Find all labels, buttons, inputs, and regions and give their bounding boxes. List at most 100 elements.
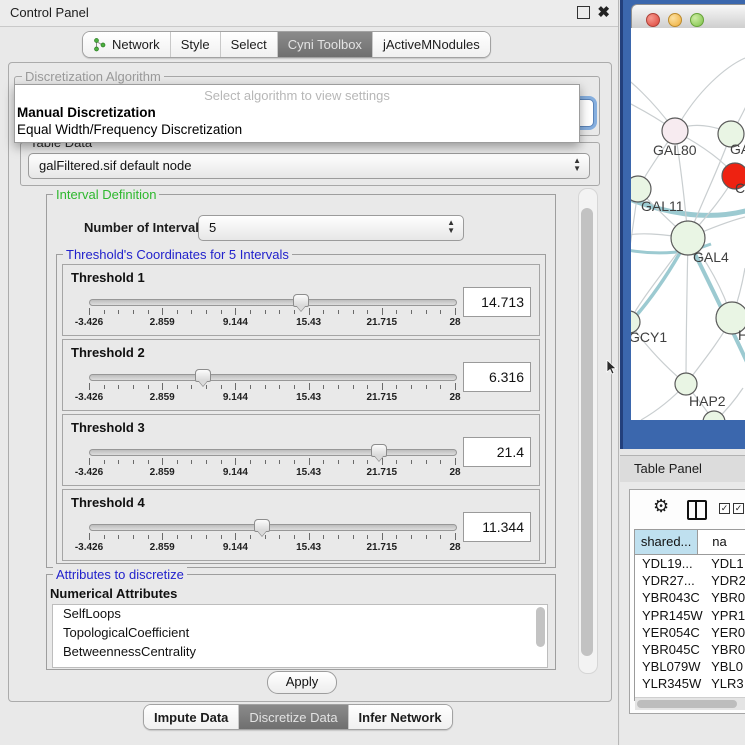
tab-impute-data[interactable]: Impute Data [144, 705, 239, 729]
table-cell[interactable]: YBR0 [709, 641, 745, 658]
slider-handle[interactable] [293, 294, 309, 307]
zoom-traffic-light-icon[interactable] [690, 13, 704, 27]
tab-network[interactable]: Network [83, 32, 171, 57]
table-row[interactable]: YBR045CYBR0 [635, 641, 745, 658]
tick-mark [133, 460, 134, 464]
table-row[interactable]: YLR345WYLR3 [635, 675, 745, 692]
table-cell[interactable]: YBL079W [635, 658, 709, 675]
threshold-4-slider[interactable]: -3.4262.8599.14415.4321.71528 [89, 520, 455, 558]
slider-handle[interactable] [254, 519, 270, 532]
tick-mark [162, 458, 163, 465]
tab-jactivemnodules[interactable]: jActiveMNodules [373, 32, 490, 57]
tick-mark [250, 310, 251, 314]
node-gal80[interactable] [662, 118, 688, 144]
slider-track [89, 299, 457, 306]
number-of-intervals-value: 5 [209, 220, 216, 235]
table-row[interactable]: YBL079WYBL0 [635, 658, 745, 675]
table-row[interactable]: YDR27...YDR2 [635, 572, 745, 589]
tick-mark [323, 460, 324, 464]
checkbox-icon[interactable]: ✓ [719, 503, 730, 514]
table-cell[interactable]: YPR145W [635, 607, 709, 624]
threshold-1-slider[interactable]: -3.4262.8599.14415.4321.71528 [89, 295, 455, 333]
threshold-1-value[interactable]: 14.713 [463, 287, 531, 317]
table-data-combobox[interactable]: galFiltered.sif default node ▲▼ [28, 153, 590, 179]
tab-discretize-data[interactable]: Discretize Data [239, 705, 348, 729]
network-canvas[interactable]: GAL80GACGAL11GAL4GCY1HHAP2 [631, 28, 745, 420]
tick-label: 9.144 [223, 317, 248, 328]
table-cell[interactable]: YDR27... [635, 572, 709, 589]
tick-mark [265, 310, 266, 314]
minimize-traffic-light-icon[interactable] [668, 13, 682, 27]
table-rows: YDL19...YDL1YDR27...YDR2YBR043CYBR0YPR14… [635, 555, 745, 701]
table-hscrollbar[interactable] [635, 697, 745, 710]
table-cell[interactable]: YBR0 [709, 589, 745, 606]
table-row[interactable]: YER054CYER0 [635, 624, 745, 641]
close-icon[interactable]: ✖ [597, 6, 610, 19]
table-cell[interactable]: YLR345W [635, 675, 709, 692]
tick-mark [411, 460, 412, 464]
number-of-intervals-combobox[interactable]: 5 ▲▼ [198, 215, 464, 241]
table-cell[interactable]: YDL19... [635, 555, 709, 572]
column-header-shared-name[interactable]: shared... [635, 530, 698, 554]
table-cell[interactable]: YBL0 [709, 658, 745, 675]
apply-button[interactable]: Apply [267, 671, 337, 694]
table-cell[interactable]: YBR043C [635, 589, 709, 606]
network-edge[interactable] [631, 242, 686, 326]
list-item[interactable]: TopologicalCoefficient [53, 624, 547, 643]
threshold-2-slider[interactable]: -3.4262.8599.14415.4321.71528 [89, 370, 455, 408]
split-columns-icon[interactable] [687, 500, 707, 520]
dropdown-option-manual-discretization[interactable]: Manual Discretization [17, 105, 156, 120]
node-bottom-partial[interactable] [703, 411, 725, 420]
table-hscrollbar-thumb[interactable] [637, 700, 737, 708]
table-panel-toolbar: ⚙ ✓ ✓ [629, 489, 745, 527]
slider-handle[interactable] [195, 369, 211, 382]
tab-label: Impute Data [154, 710, 228, 725]
threshold-4-value[interactable]: 11.344 [463, 512, 531, 542]
gear-icon[interactable]: ⚙ [653, 496, 669, 517]
checkbox-icon[interactable]: ✓ [733, 503, 744, 514]
node-label: GAL4 [693, 249, 729, 265]
tick-mark [353, 310, 354, 314]
network-edge[interactable] [675, 58, 745, 131]
slider-ticks: -3.4262.8599.14415.4321.71528 [89, 458, 455, 482]
tick-mark [221, 535, 222, 539]
node-hap2[interactable] [675, 373, 697, 395]
list-item[interactable]: BetweennessCentrality [53, 643, 547, 662]
tick-mark [396, 460, 397, 464]
numerical-attributes-list[interactable]: SelfLoops TopologicalCoefficient Between… [52, 604, 548, 668]
table-cell[interactable]: YBR045C [635, 641, 709, 658]
network-edge[interactable] [631, 189, 638, 298]
threshold-3-slider[interactable]: -3.4262.8599.14415.4321.71528 [89, 445, 455, 483]
list-item[interactable]: SelfLoops [53, 605, 547, 624]
threshold-2-panel: Threshold 2 -3.4262.8599.14415.4321.7152… [62, 339, 540, 411]
tick-mark [367, 460, 368, 464]
float-window-icon[interactable] [577, 6, 590, 19]
tab-select[interactable]: Select [221, 32, 278, 57]
column-header-name[interactable]: na [698, 530, 745, 554]
threshold-2-value[interactable]: 6.316 [463, 362, 531, 392]
table-row[interactable]: YPR145WYPR1 [635, 607, 745, 624]
table-row[interactable]: YBR043CYBR0 [635, 589, 745, 606]
table-cell[interactable]: YLR3 [709, 675, 745, 692]
list-scrollbar[interactable] [536, 607, 545, 647]
dropdown-option-equal-width-frequency[interactable]: Equal Width/Frequency Discretization [17, 122, 242, 137]
network-window-titlebar[interactable] [631, 4, 745, 30]
table-cell[interactable]: YPR1 [709, 607, 745, 624]
slider-handle[interactable] [371, 444, 387, 457]
table-row[interactable]: YDL19...YDL1 [635, 555, 745, 572]
tab-style[interactable]: Style [171, 32, 221, 57]
panel-scrollbar-thumb[interactable] [581, 208, 593, 656]
tick-mark [323, 310, 324, 314]
table-cell[interactable]: YER054C [635, 624, 709, 641]
tick-mark [235, 308, 236, 315]
numerical-attributes-label: Numerical Attributes [50, 586, 177, 601]
tab-cyni-toolbox[interactable]: Cyni Toolbox [278, 32, 373, 57]
application: Control Panel ✖ Network Style Select Cyn… [0, 0, 745, 745]
table-cell[interactable]: YDL1 [709, 555, 745, 572]
network-edge[interactable] [686, 238, 688, 384]
table-cell[interactable]: YER0 [709, 624, 745, 641]
close-traffic-light-icon[interactable] [646, 13, 660, 27]
tab-infer-network[interactable]: Infer Network [349, 705, 452, 729]
table-cell[interactable]: YDR2 [709, 572, 745, 589]
threshold-3-value[interactable]: 21.4 [463, 437, 531, 467]
